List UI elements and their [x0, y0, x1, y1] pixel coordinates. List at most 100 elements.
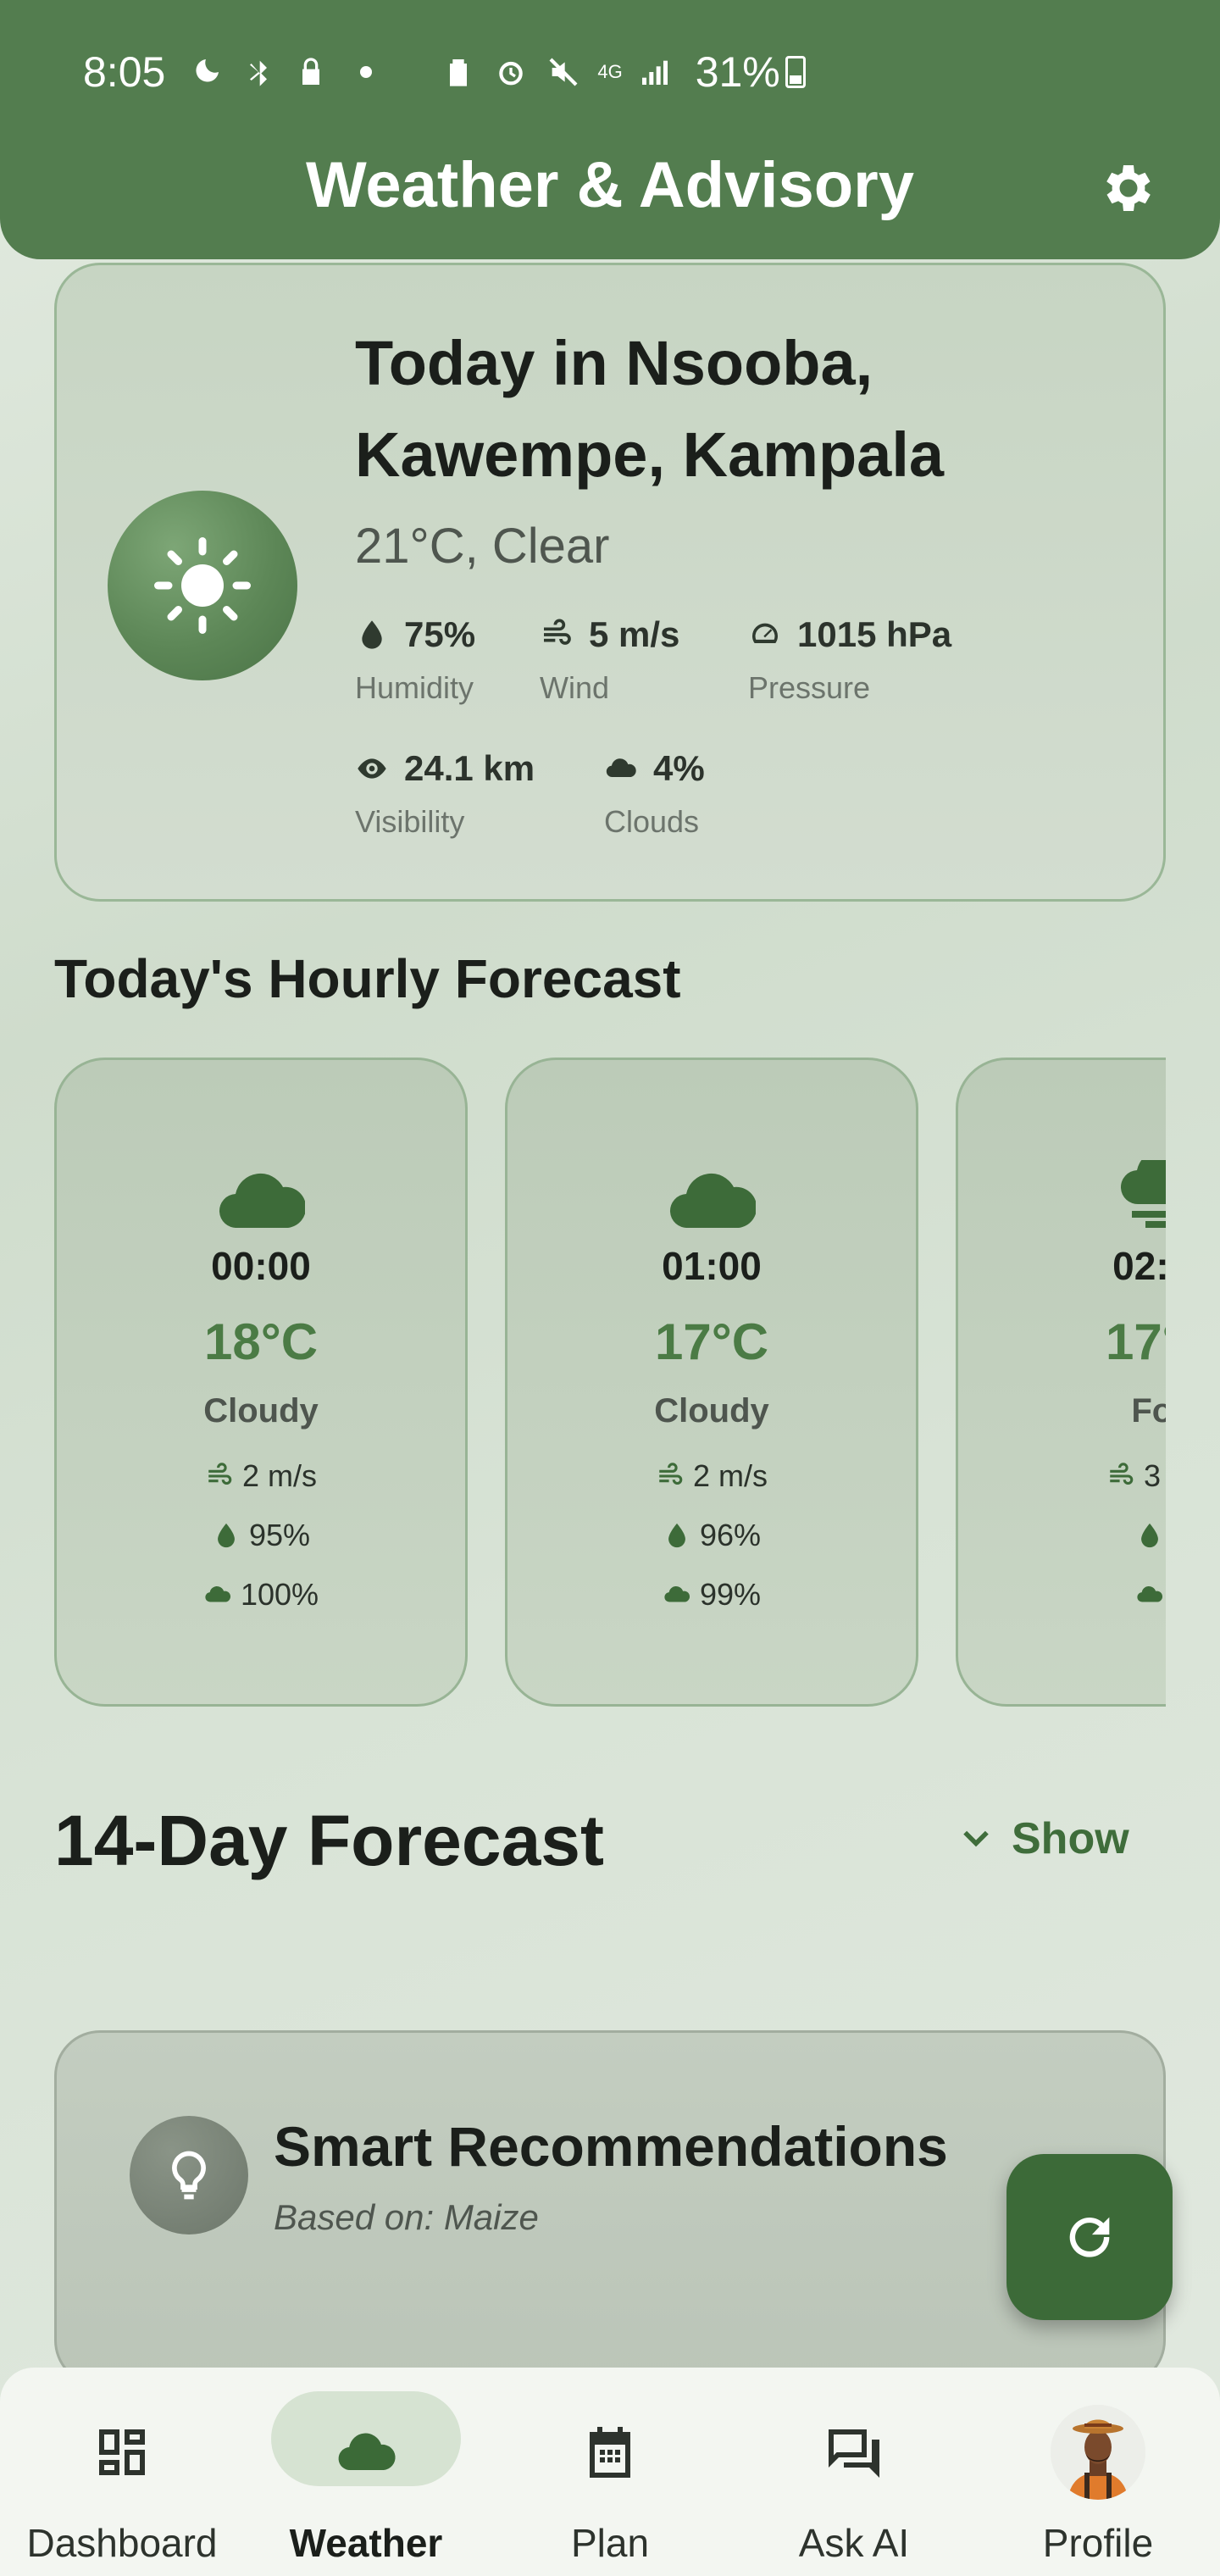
droplet-icon	[362, 620, 382, 649]
nav-label: Profile	[1042, 2521, 1154, 2565]
clouds-metric: 4% Clouds	[604, 748, 705, 840]
nav-label: Ask AI	[798, 2521, 910, 2565]
current-condition: 21°C, Clear	[355, 519, 610, 574]
hourly-condition: Cloudy	[654, 1392, 769, 1430]
hourly-time: 02:00	[1112, 1244, 1166, 1288]
nav-item-weather[interactable]: Weather	[244, 2368, 488, 2576]
hourly-humidity-value: 96%	[699, 1518, 762, 1552]
humidity-label: Humidity	[355, 670, 474, 705]
cloud-icon	[606, 758, 636, 778]
wind-icon	[544, 619, 571, 645]
refresh-button[interactable]	[1006, 2154, 1173, 2320]
eye-icon	[358, 758, 386, 779]
nav-label: Dashboard	[26, 2521, 218, 2565]
clouds-value: 4%	[653, 748, 705, 788]
mute-icon	[545, 53, 582, 91]
fog-icon	[1120, 1160, 1166, 1228]
pressure-value: 1015 hPa	[797, 614, 952, 654]
hourly-humidity: 9	[958, 1518, 1166, 1553]
hourly-wind: 2 m/s	[507, 1458, 916, 1494]
cloud-icon	[664, 1586, 690, 1602]
battery-icon	[785, 56, 806, 88]
pressure-metric: 1015 hPa Pressure	[748, 614, 951, 706]
visibility-metric: 24.1 km Visibility	[355, 748, 535, 840]
forecast-14day-title: 14-Day Forecast	[54, 1801, 604, 1880]
hourly-clouds: 99%	[507, 1577, 916, 1613]
lock-icon	[292, 53, 330, 91]
droplet-icon	[218, 1523, 235, 1548]
pressure-label: Pressure	[748, 670, 871, 705]
bottom-navigation: Dashboard Weather Plan Ask AI Profile	[0, 2368, 1220, 2576]
nav-item-ask-ai[interactable]: Ask AI	[732, 2368, 976, 2576]
app-header: 8:05 4G 31% Weather & Advisory	[0, 0, 1220, 259]
show-toggle-label: Show	[1012, 1814, 1129, 1863]
hourly-clouds-value: 99%	[699, 1577, 762, 1612]
nav-label: Plan	[570, 2521, 650, 2565]
hourly-condition: Cloudy	[203, 1392, 319, 1430]
hourly-wind: 3 m/s	[958, 1458, 1166, 1494]
hourly-clouds: 100%	[57, 1577, 465, 1613]
signal-icon	[636, 53, 674, 91]
wind-metric: 5 m/s Wind	[540, 614, 679, 706]
recommendations-title: Smart Recommendations	[274, 2115, 948, 2178]
cloud-icon	[1137, 1586, 1163, 1602]
bluetooth-icon	[240, 53, 277, 91]
sun-icon	[154, 537, 251, 634]
moon-icon	[187, 53, 225, 91]
hourly-humidity: 96%	[507, 1518, 916, 1553]
hourly-forecast-list[interactable]: 00:00 18°C Cloudy 2 m/s 95% 100% 01:00 1…	[54, 1058, 1166, 1708]
chat-icon	[829, 2429, 879, 2478]
hourly-card[interactable]: 00:00 18°C Cloudy 2 m/s 95% 100%	[54, 1058, 468, 1707]
gear-icon[interactable]	[1098, 158, 1159, 219]
humidity-value: 75%	[404, 614, 476, 654]
recommendations-card: Smart Recommendations Based on: Maize	[54, 2030, 1166, 2386]
notification-dot	[360, 66, 373, 78]
humidity-metric: 75% Humidity	[355, 614, 475, 706]
battery-percent: 31%	[695, 48, 780, 96]
nav-item-plan[interactable]: Plan	[488, 2368, 732, 2576]
hourly-wind: 2 m/s	[57, 1458, 465, 1494]
battery-saver-icon	[440, 53, 477, 91]
hourly-clouds-value: 100%	[240, 1577, 319, 1612]
hourly-card[interactable]: 01:00 17°C Cloudy 2 m/s 96% 99%	[505, 1058, 918, 1707]
calendar-icon	[590, 2427, 630, 2478]
visibility-label: Visibility	[355, 804, 465, 839]
hourly-time: 00:00	[211, 1244, 311, 1288]
hourly-clouds: 7	[958, 1577, 1166, 1613]
chevron-down-icon	[963, 1830, 989, 1847]
gauge-icon	[752, 623, 778, 643]
hourly-wind-value: 3 m/s	[1143, 1458, 1166, 1493]
recommendations-subtitle: Based on: Maize	[274, 2197, 539, 2237]
hourly-temp: 17°C	[654, 1313, 769, 1370]
nav-item-profile[interactable]: Profile	[976, 2368, 1220, 2576]
wind-icon	[659, 1463, 683, 1485]
wind-value: 5 m/s	[589, 614, 680, 654]
show-forecast-toggle[interactable]: Show	[957, 1813, 1129, 1864]
status-bar: 8:05 4G 31%	[0, 0, 1220, 144]
refresh-icon	[1069, 2217, 1110, 2257]
avatar	[1051, 2405, 1145, 2500]
lightbulb-icon	[172, 2151, 206, 2200]
droplet-icon	[668, 1523, 685, 1548]
nav-item-dashboard[interactable]: Dashboard	[0, 2368, 244, 2576]
hourly-temp: 17°C	[1105, 1313, 1166, 1370]
hourly-humidity-value: 95%	[248, 1518, 311, 1552]
location-title: Today in Nsooba, Kawempe, Kampala	[355, 328, 945, 490]
clouds-label: Clouds	[604, 804, 700, 839]
hourly-wind-value: 2 m/s	[692, 1458, 768, 1493]
wind-label: Wind	[540, 670, 610, 705]
visibility-value: 24.1 km	[404, 748, 535, 788]
hourly-forecast-title: Today's Hourly Forecast	[54, 948, 681, 1009]
sun-badge	[108, 491, 297, 680]
cloud-icon	[338, 2433, 396, 2471]
hourly-card[interactable]: 02:00 17°C Fog 3 m/s 9 7	[956, 1058, 1166, 1707]
status-time: 8:05	[83, 48, 166, 96]
wind-icon	[208, 1463, 232, 1485]
hourly-humidity: 95%	[57, 1518, 465, 1553]
cloud-icon	[205, 1586, 230, 1602]
current-weather-card: Today in Nsooba, Kawempe, Kampala 21°C, …	[54, 263, 1166, 902]
droplet-icon	[1141, 1523, 1158, 1548]
cloud-icon	[219, 1173, 305, 1228]
network-type: 4G	[597, 61, 623, 82]
hourly-time: 01:00	[662, 1244, 762, 1288]
